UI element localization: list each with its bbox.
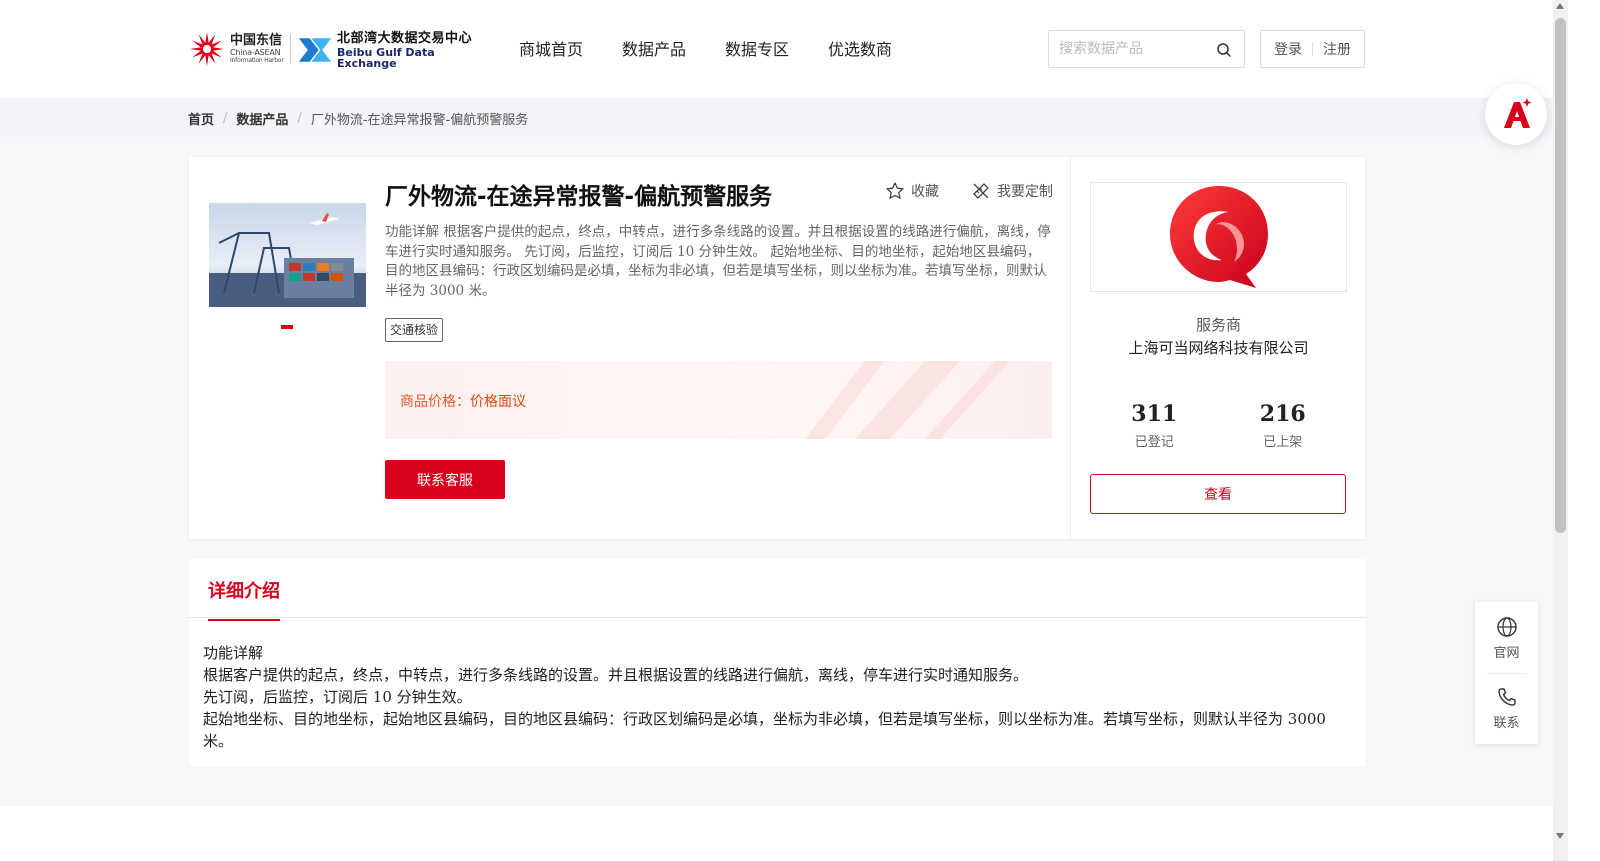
search-input[interactable] xyxy=(1049,31,1209,67)
detail-line: 先订阅，后监控，订阅后 10 分钟生效。 xyxy=(203,688,472,706)
login-link[interactable]: 登录 xyxy=(1274,39,1302,59)
vendor-logo[interactable] xyxy=(1090,182,1347,292)
side-contact-button[interactable]: 联系 xyxy=(1475,686,1538,731)
detail-divider xyxy=(189,617,1365,618)
phone-icon xyxy=(1497,688,1516,706)
breadcrumb: 首页 / 数据产品 / 厂外物流-在途异常报警-偏航预警服务 xyxy=(188,109,529,128)
search-icon[interactable] xyxy=(1216,42,1232,58)
nav-data-zone[interactable]: 数据专区 xyxy=(725,36,789,60)
breadcrumb-data-products[interactable]: 数据产品 xyxy=(236,109,288,128)
favorite-label: 收藏 xyxy=(911,184,939,200)
side-website-label: 官网 xyxy=(1493,646,1520,661)
favorite-button[interactable]: 收藏 xyxy=(885,181,939,201)
product-card: 厂外物流-在途异常报警-偏航预警服务 收藏 我要定制 功能详解 根据客户提供的起… xyxy=(189,157,1365,539)
vendor-stats: 311 已登记 216 已上架 xyxy=(1090,401,1347,450)
site-header: 中国东信 China-ASEAN Information Harbor 北部湾大… xyxy=(0,0,1553,98)
logo-cn-title: 中国东信 xyxy=(230,33,283,48)
view-vendor-button[interactable]: 查看 xyxy=(1090,474,1346,514)
auth-links: 登录 注册 xyxy=(1260,30,1365,68)
customize-button[interactable]: 我要定制 xyxy=(971,181,1053,201)
scroll-up-arrow-icon[interactable] xyxy=(1556,3,1564,9)
card-divider xyxy=(1070,157,1071,539)
ai-assistant-icon xyxy=(1504,98,1532,128)
nav-preferred-vendors[interactable]: 优选数商 xyxy=(828,36,892,60)
detail-line: 根据客户提供的起点，终点，中转点，进行多条线路的设置。并且根据设置的线路进行偏航… xyxy=(203,666,1029,684)
china-asean-logo[interactable]: 中国东信 China-ASEAN Information Harbor xyxy=(188,28,288,70)
side-separator xyxy=(1487,673,1526,674)
nav-mall-home[interactable]: 商城首页 xyxy=(519,36,583,60)
detail-content: 功能详解 根据客户提供的起点，终点，中转点，进行多条线路的设置。并且根据设置的线… xyxy=(203,642,1353,752)
registered-label: 已登记 xyxy=(1134,435,1174,450)
logo-bg-title: 北部湾大数据交易中心 xyxy=(337,30,473,46)
breadcrumb-current: 厂外物流-在途异常报警-偏航预警服务 xyxy=(310,113,529,128)
price-label: 商品价格： xyxy=(400,394,470,410)
logo-bg-sub: Beibu Gulf Data Exchange xyxy=(337,45,435,70)
detail-line: 起始地坐标、目的地坐标，起始地区县编码，目的地区县编码：行政区划编码是必填，坐标… xyxy=(203,710,1326,750)
main-nav: 商城首页 数据产品 数据专区 优选数商 xyxy=(519,36,931,60)
detail-line: 功能详解 xyxy=(203,644,264,662)
side-contact-label: 联系 xyxy=(1493,716,1520,731)
logo-cn-sub1: China-ASEAN xyxy=(230,48,281,57)
side-float-panel: 官网 联系 xyxy=(1475,602,1538,744)
price-panel: 商品价格：价格面议 xyxy=(385,361,1052,439)
ruler-pencil-icon xyxy=(973,183,989,199)
vendor-q-logo-icon xyxy=(1169,186,1268,288)
vendor-role: 服务商 xyxy=(1195,316,1241,334)
detail-section: 详细介绍 功能详解 根据客户提供的起点，终点，中转点，进行多条线路的设置。并且根… xyxy=(189,559,1365,766)
price-value: 价格面议 xyxy=(470,394,526,410)
price-text: 商品价格：价格面议 xyxy=(400,391,526,411)
page-scrollbar[interactable] xyxy=(1553,0,1568,861)
tab-detail-intro[interactable]: 详细介绍 xyxy=(208,577,280,621)
star-icon xyxy=(886,182,904,199)
sunburst-logo-icon xyxy=(190,32,224,66)
product-title: 厂外物流-在途异常报警-偏航预警服务 xyxy=(385,184,773,210)
nav-data-products[interactable]: 数据产品 xyxy=(622,36,686,60)
search-box xyxy=(1048,30,1245,68)
listed-count: 216 xyxy=(1259,401,1306,427)
product-description: 功能详解 根据客户提供的起点，终点，中转点，进行多条线路的设置。并且根据设置的线… xyxy=(385,224,1051,299)
vendor-name: 上海可当网络科技有限公司 xyxy=(1128,339,1309,357)
carousel-indicator[interactable] xyxy=(281,325,293,329)
scrollbar-thumb[interactable] xyxy=(1555,18,1566,533)
auth-separator xyxy=(1312,42,1313,56)
product-image[interactable] xyxy=(209,203,366,307)
stat-registered: 311 已登记 xyxy=(1090,401,1219,450)
port-logistics-image xyxy=(209,203,366,307)
listed-label: 已上架 xyxy=(1263,435,1303,450)
beibu-gulf-logo[interactable]: 北部湾大数据交易中心 Beibu Gulf Data Exchange xyxy=(297,30,482,70)
registered-count: 311 xyxy=(1131,401,1178,427)
breadcrumb-bar: 首页 / 数据产品 / 厂外物流-在途异常报警-偏航预警服务 xyxy=(0,98,1553,137)
customize-label: 我要定制 xyxy=(997,184,1053,200)
breadcrumb-home[interactable]: 首页 xyxy=(188,109,214,128)
beibu-gulf-mark-icon xyxy=(298,38,332,62)
side-website-button[interactable]: 官网 xyxy=(1475,616,1538,661)
globe-icon xyxy=(1496,617,1517,637)
product-actions: 收藏 我要定制 xyxy=(885,181,1053,201)
logo-divider xyxy=(290,34,291,64)
contact-service-button[interactable]: 联系客服 xyxy=(385,460,505,499)
register-link[interactable]: 注册 xyxy=(1323,39,1351,59)
ai-assistant-button[interactable] xyxy=(1485,83,1547,145)
scroll-down-arrow-icon[interactable] xyxy=(1556,833,1564,839)
category-tag[interactable]: 交通核验 xyxy=(385,318,444,342)
stat-listed: 216 已上架 xyxy=(1219,401,1348,450)
logo-cn-sub2: Information Harbor xyxy=(230,57,284,64)
